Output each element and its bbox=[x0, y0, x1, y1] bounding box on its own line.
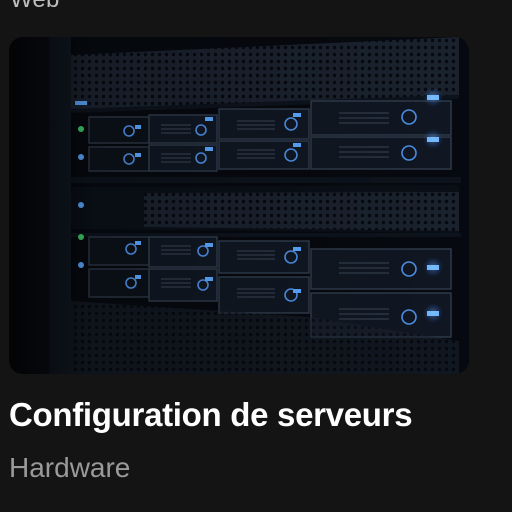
server-rack-image bbox=[9, 37, 469, 374]
course-card[interactable] bbox=[9, 37, 469, 374]
previous-card-label: Web bbox=[10, 0, 60, 14]
card-category: Hardware bbox=[9, 452, 131, 483]
card-title[interactable]: Configuration de serveurs bbox=[9, 396, 413, 434]
